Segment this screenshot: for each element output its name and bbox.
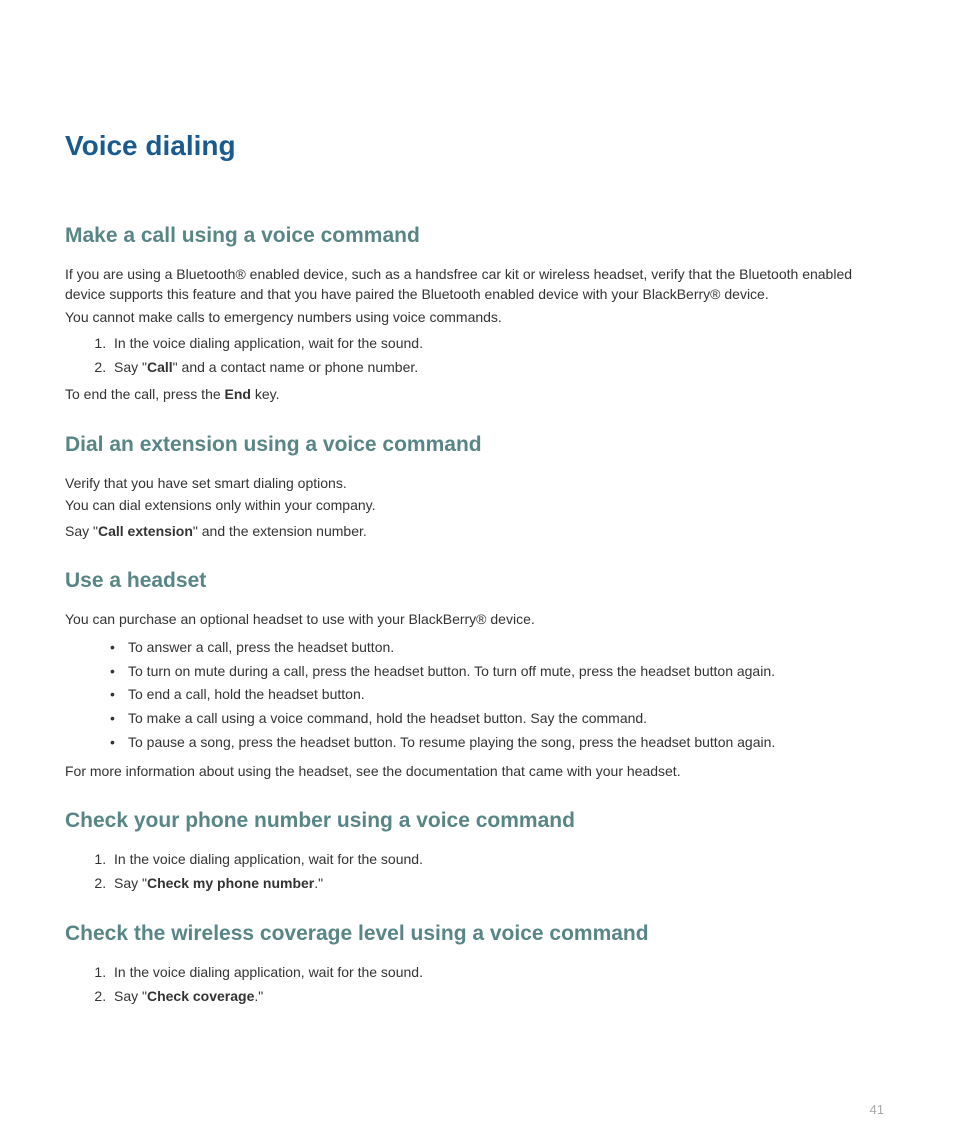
list-item: To turn on mute during a call, press the…: [110, 660, 889, 684]
list-item: In the voice dialing application, wait f…: [110, 962, 889, 984]
bullet-list: To answer a call, press the headset butt…: [110, 636, 889, 755]
body-text: You can dial extensions only within your…: [65, 495, 889, 515]
page-title: Voice dialing: [65, 130, 889, 162]
body-text: You cannot make calls to emergency numbe…: [65, 307, 889, 327]
section-heading-check-coverage: Check the wireless coverage level using …: [65, 922, 889, 946]
list-item: To make a call using a voice command, ho…: [110, 707, 889, 731]
body-text: Verify that you have set smart dialing o…: [65, 473, 889, 493]
bold-term: Check coverage: [147, 988, 254, 1004]
list-item: Say "Check coverage.": [110, 986, 889, 1008]
document-page: Voice dialing Make a call using a voice …: [0, 0, 954, 1074]
body-text: To end the call, press the End key.: [65, 384, 889, 404]
body-text: You can purchase an optional headset to …: [65, 609, 889, 629]
bold-term: Check my phone number: [147, 875, 314, 891]
section-heading-make-call: Make a call using a voice command: [65, 224, 889, 248]
bold-term: Call: [147, 359, 173, 375]
page-number: 41: [870, 1102, 884, 1117]
body-text: If you are using a Bluetooth® enabled de…: [65, 264, 889, 305]
ordered-steps: In the voice dialing application, wait f…: [110, 849, 889, 894]
list-item: To end a call, hold the headset button.: [110, 683, 889, 707]
body-text: Say "Call extension" and the extension n…: [65, 521, 889, 541]
bold-term: End: [225, 386, 251, 402]
ordered-steps: In the voice dialing application, wait f…: [110, 333, 889, 378]
list-item: In the voice dialing application, wait f…: [110, 849, 889, 871]
ordered-steps: In the voice dialing application, wait f…: [110, 962, 889, 1007]
bold-term: Call extension: [98, 523, 193, 539]
body-text: For more information about using the hea…: [65, 761, 889, 781]
section-heading-check-number: Check your phone number using a voice co…: [65, 809, 889, 833]
list-item: To answer a call, press the headset butt…: [110, 636, 889, 660]
list-item: In the voice dialing application, wait f…: [110, 333, 889, 355]
section-heading-dial-extension: Dial an extension using a voice command: [65, 433, 889, 457]
list-item: To pause a song, press the headset butto…: [110, 731, 889, 755]
list-item: Say "Call" and a contact name or phone n…: [110, 357, 889, 379]
section-heading-use-headset: Use a headset: [65, 569, 889, 593]
list-item: Say "Check my phone number.": [110, 873, 889, 895]
